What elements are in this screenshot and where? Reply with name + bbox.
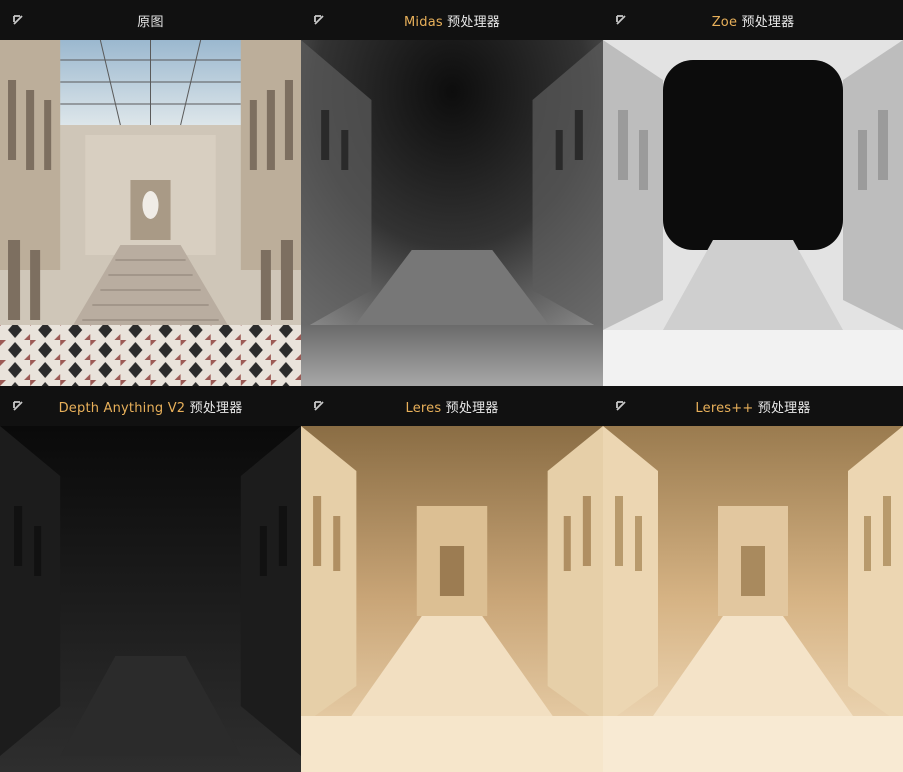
panel-depth-anything-v2[interactable]: Depth Anything V2 预处理器 [0,386,301,772]
panel-title: Zoe 预处理器 [711,14,795,30]
panel-original[interactable]: 原图 [0,0,301,386]
panel-leres-plus-plus[interactable]: Leres++ 预处理器 [603,386,903,772]
panel-header: Zoe 预处理器 [603,0,903,40]
arrow-up-left-icon[interactable] [311,12,327,28]
panel-midas[interactable]: Midas 预处理器 [301,0,603,386]
arrow-up-left-icon[interactable] [311,398,327,414]
panel-header: Leres 预处理器 [301,386,603,426]
leres-plus-plus-depth-map [603,426,903,772]
arrow-up-left-icon[interactable] [613,12,629,28]
arrow-up-left-icon[interactable] [10,12,26,28]
panel-header: Midas 预处理器 [301,0,603,40]
arrow-up-left-icon[interactable] [613,398,629,414]
panel-zoe[interactable]: Zoe 预处理器 [603,0,903,386]
panel-header: Depth Anything V2 预处理器 [0,386,301,426]
panel-leres[interactable]: Leres 预处理器 [301,386,603,772]
depth-anything-v2-depth-map [0,426,301,772]
midas-depth-map [301,40,603,386]
panel-title: 原图 [137,14,164,30]
panel-header: 原图 [0,0,301,40]
leres-depth-map [301,426,603,772]
panel-title: Midas 预处理器 [404,14,500,30]
zoe-depth-map [603,40,903,386]
original-photo [0,40,301,386]
arrow-up-left-icon[interactable] [10,398,26,414]
panel-title: Leres++ 预处理器 [695,400,811,416]
panel-header: Leres++ 预处理器 [603,386,903,426]
preprocessor-comparison-grid: 原图 Midas 预处理器 Zoe 预处理器 Depth Anything V2… [0,0,903,772]
panel-title: Leres 预处理器 [405,400,499,416]
panel-title: Depth Anything V2 预处理器 [58,400,243,416]
